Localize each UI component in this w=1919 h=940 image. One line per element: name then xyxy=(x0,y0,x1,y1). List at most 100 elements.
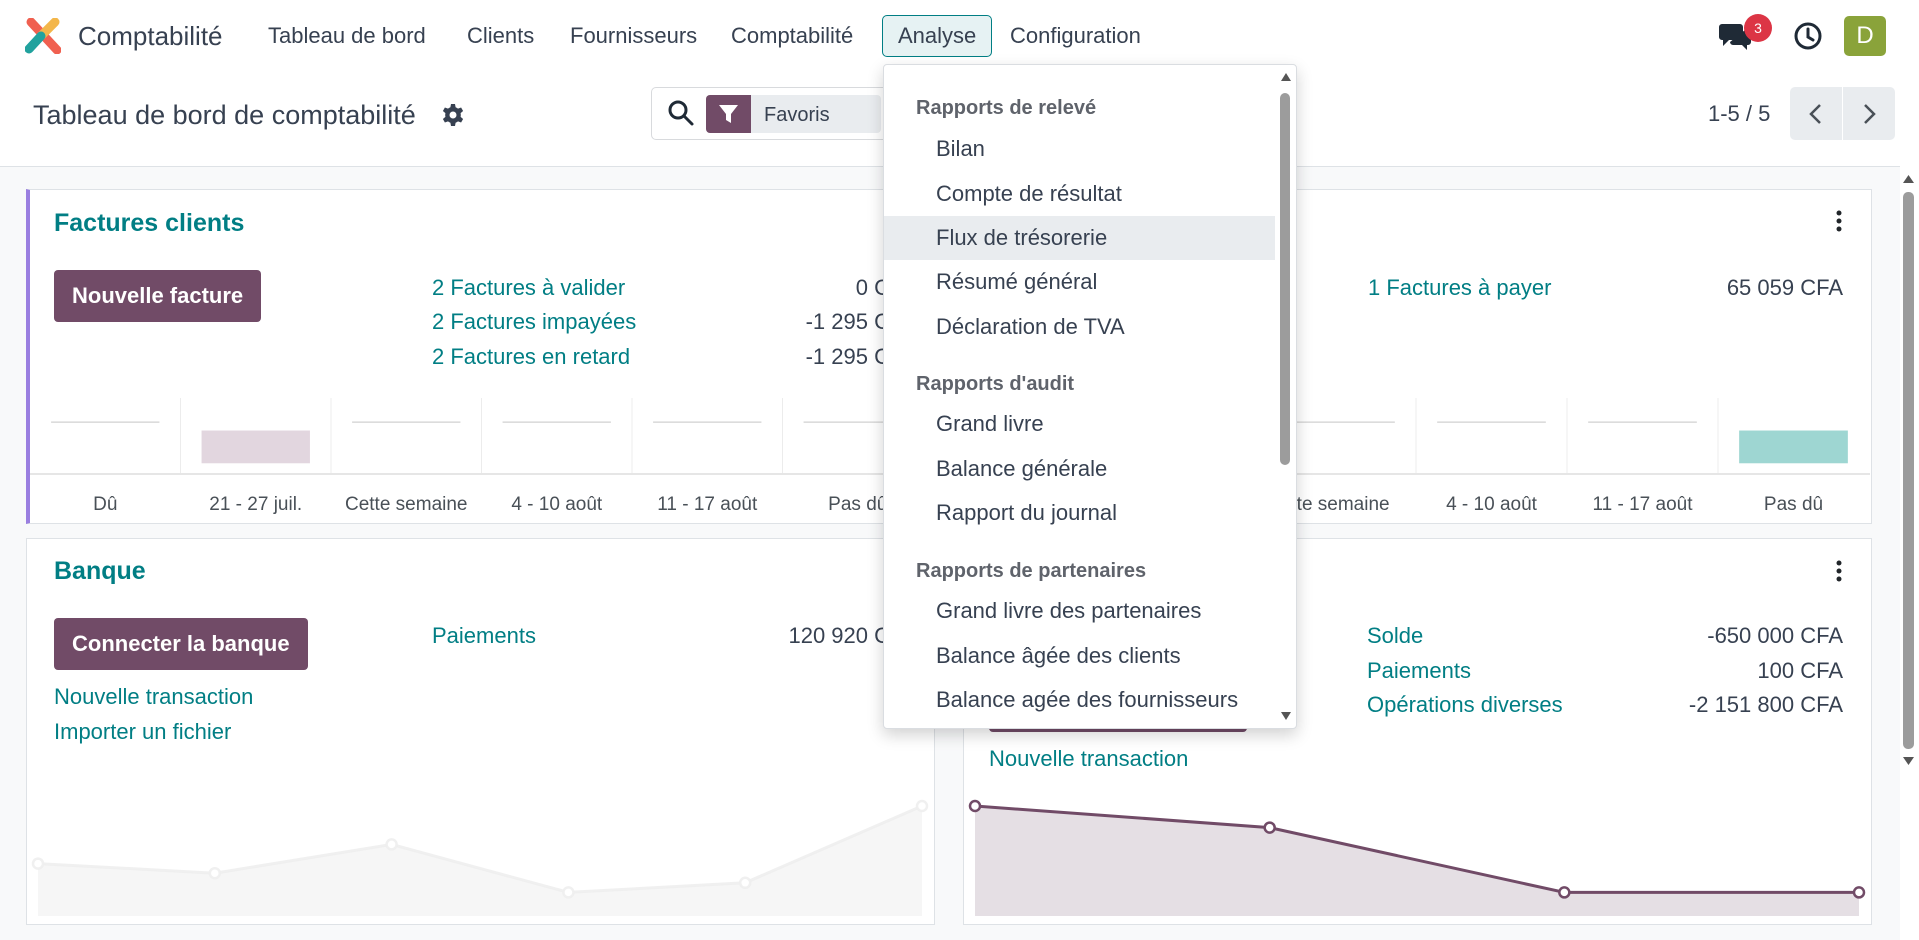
logo-icon[interactable] xyxy=(25,18,61,54)
data-point[interactable] xyxy=(385,838,398,851)
axis-tick-label: 4 - 10 août xyxy=(1446,494,1537,515)
menu-item-declaration-tva[interactable]: Déclaration de TVA xyxy=(884,305,1275,349)
data-point[interactable] xyxy=(1558,886,1571,899)
menu-item-grand-livre[interactable]: Grand livre xyxy=(884,402,1275,446)
chart-bar[interactable] xyxy=(1739,430,1848,464)
amount-balance: -650 000 CFA xyxy=(1707,623,1843,648)
link-balance[interactable]: Solde xyxy=(1367,623,1423,649)
invoices-bar-chart xyxy=(30,398,900,475)
data-point[interactable] xyxy=(968,799,982,813)
bills-bar-chart xyxy=(1265,398,1870,475)
menu-tableau-de-bord[interactable]: Tableau de bord xyxy=(268,23,426,49)
link-unpaid-invoices[interactable]: 2 Factures impayées xyxy=(432,309,636,335)
menu-item-compte-de-resultat[interactable]: Compte de résultat xyxy=(884,172,1275,216)
section-header-audit: Rapports d'audit xyxy=(916,373,1075,395)
chart-bar[interactable] xyxy=(51,421,160,423)
axis-tick-label: Pas dû xyxy=(1763,494,1824,515)
link-invoices-to-validate[interactable]: 2 Factures à valider xyxy=(432,275,625,301)
menu-item-rapport-journal[interactable]: Rapport du journal xyxy=(884,491,1275,535)
pager-next-button[interactable] xyxy=(1843,87,1895,140)
link-import-file[interactable]: Importer un fichier xyxy=(54,719,231,745)
axis-tick-label: 4 - 10 août xyxy=(511,494,603,515)
chart-bar[interactable] xyxy=(352,421,461,423)
amount-to-validate: 0 C xyxy=(855,275,890,300)
data-point[interactable] xyxy=(738,876,752,890)
pager-value[interactable]: 1-5 / 5 xyxy=(1708,101,1770,127)
menu-item-balance-agee-fournisseurs[interactable]: Balance agée des fournisseurs xyxy=(884,678,1275,722)
axis-tick-label: 11 - 17 août xyxy=(1592,494,1693,515)
data-point[interactable] xyxy=(562,886,575,899)
axis-tick-label: tte semaine xyxy=(1291,494,1390,515)
amount-payments: 100 CFA xyxy=(1757,658,1843,683)
menu-item-balance-agee-clients[interactable]: Balance âgée des clients xyxy=(884,634,1275,678)
menu-item-flux-de-tresorerie[interactable]: Flux de trésorerie xyxy=(884,216,1275,260)
new-invoice-button[interactable]: Nouvelle facture xyxy=(54,270,262,322)
avatar[interactable]: D xyxy=(1844,16,1886,56)
link-late-invoices[interactable]: 2 Factures en retard xyxy=(432,344,630,370)
data-point[interactable] xyxy=(1852,886,1866,899)
menu-comptabilite[interactable]: Comptabilité xyxy=(731,23,853,49)
data-point[interactable] xyxy=(208,866,222,880)
app-name[interactable]: Comptabilité xyxy=(78,21,223,52)
link-payments[interactable]: Paiements xyxy=(1367,658,1471,684)
search-icon[interactable] xyxy=(667,99,695,127)
chart-bar[interactable] xyxy=(1437,421,1546,423)
chat-badge: 3 xyxy=(1744,14,1772,42)
link-misc-operations[interactable]: Opérations diverses xyxy=(1367,692,1563,718)
dropdown-scroll-up-icon[interactable] xyxy=(1280,72,1292,82)
menu-item-balance-generale[interactable]: Balance générale xyxy=(884,447,1275,491)
axis-tick-label: Dû xyxy=(93,494,118,515)
amount-unpaid: -1 295 C xyxy=(805,309,890,334)
menu-item-grand-livre-partenaires[interactable]: Grand livre des partenaires xyxy=(884,589,1275,633)
analyse-dropdown-menu: Rapports de relevé Bilan Compte de résul… xyxy=(883,64,1297,729)
chevron-right-icon xyxy=(1864,104,1876,124)
menu-clients[interactable]: Clients xyxy=(467,23,534,49)
menu-analyse[interactable]: Analyse xyxy=(882,15,993,57)
chart-bar[interactable] xyxy=(1286,421,1395,423)
axis-tick-label: Cette semaine xyxy=(344,494,468,515)
menu-fournisseurs[interactable]: Fournisseurs xyxy=(570,23,697,49)
dropdown-scrollbar-thumb[interactable] xyxy=(1280,93,1290,465)
cash-area-chart xyxy=(968,799,1866,916)
link-new-transaction[interactable]: Nouvelle transaction xyxy=(989,746,1188,772)
card-title[interactable]: Factures clients xyxy=(54,209,244,238)
card-title[interactable]: Banque xyxy=(54,557,146,586)
axis-tick-label: Pas dû xyxy=(828,494,888,515)
menu-configuration[interactable]: Configuration xyxy=(1010,23,1141,49)
amount-payments: 120 920 C xyxy=(788,623,890,648)
clock-icon[interactable] xyxy=(1793,21,1823,51)
chart-bar[interactable] xyxy=(653,421,762,423)
bank-area-chart xyxy=(31,799,929,916)
card-menu-icon[interactable] xyxy=(1836,210,1842,232)
card-menu-icon[interactable] xyxy=(1836,560,1842,582)
amount-late: -1 295 C xyxy=(805,344,890,369)
scroll-up-icon[interactable] xyxy=(1902,174,1915,184)
area-fill xyxy=(38,806,922,916)
amount-misc-operations: -2 151 800 CFA xyxy=(1688,692,1843,717)
link-bills-to-pay[interactable]: 1 Factures à payer xyxy=(1368,275,1551,301)
data-point[interactable] xyxy=(31,857,45,870)
scroll-down-icon[interactable] xyxy=(1902,756,1915,766)
link-new-transaction[interactable]: Nouvelle transaction xyxy=(54,684,253,710)
link-payments[interactable]: Paiements xyxy=(432,623,536,649)
connect-bank-button[interactable]: Connecter la banque xyxy=(54,618,308,670)
menu-item-bilan[interactable]: Bilan xyxy=(884,127,1275,171)
axis-tick-label: 21 - 27 juil. xyxy=(209,494,303,515)
page-scrollbar-thumb[interactable] xyxy=(1903,192,1914,749)
chart-bar[interactable] xyxy=(502,421,611,423)
section-header-statements: Rapports de relevé xyxy=(916,97,1097,119)
filter-icon xyxy=(706,95,751,133)
amount-bills-to-pay: 65 059 CFA xyxy=(1726,275,1843,300)
gear-icon[interactable] xyxy=(441,103,465,127)
top-navbar: Comptabilité Tableau de bord Clients Fou… xyxy=(0,0,1919,74)
dropdown-scroll-down-icon[interactable] xyxy=(1280,711,1292,721)
data-point[interactable] xyxy=(915,799,929,813)
chevron-left-icon xyxy=(1809,104,1821,124)
menu-item-resume-general[interactable]: Résumé général xyxy=(884,260,1275,304)
chart-bar[interactable] xyxy=(201,430,310,464)
data-point[interactable] xyxy=(1263,821,1276,834)
pager-previous-button[interactable] xyxy=(1790,87,1842,140)
page-title: Tableau de bord de comptabilité xyxy=(33,100,416,130)
section-header-partners: Rapports de partenaires xyxy=(916,560,1147,582)
chart-bar[interactable] xyxy=(1588,421,1697,423)
